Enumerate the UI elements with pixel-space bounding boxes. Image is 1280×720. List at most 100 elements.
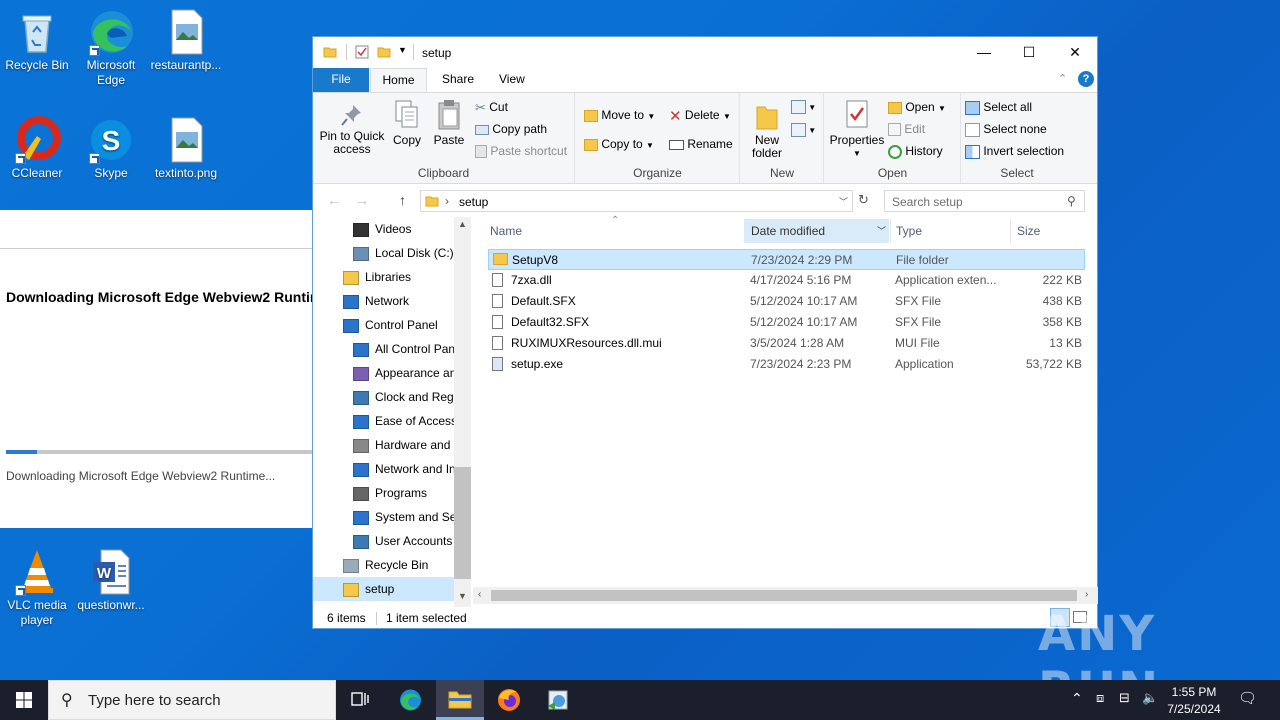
file-row[interactable]: RUXIMUXResources.dll.mui 3/5/2024 1:28 AM… xyxy=(488,333,1085,354)
file-row[interactable]: Default.SFX 5/12/2024 10:17 AM SFX File 438… xyxy=(488,291,1085,312)
ribbon-tabs: File Home Share View ⌃ ? xyxy=(313,68,1097,93)
taskbar-installer[interactable] xyxy=(534,680,582,720)
column-type[interactable]: Type xyxy=(890,219,1010,243)
copy-path-button[interactable]: Copy path xyxy=(475,122,547,136)
nav-item-hardware-and-sound[interactable]: Hardware and Sound xyxy=(313,433,470,457)
column-date-modified[interactable]: Date modified ﹀ xyxy=(744,219,889,243)
address-bar[interactable]: › setup ﹀ xyxy=(420,190,853,212)
nav-scroll-thumb[interactable] xyxy=(454,467,471,579)
select-none-button[interactable]: Select none xyxy=(965,122,1047,137)
recycle-bin-icon xyxy=(343,558,359,573)
nav-item-network[interactable]: Network xyxy=(313,289,454,313)
nav-item-user-accounts[interactable]: User Accounts xyxy=(313,529,454,553)
taskbar-search[interactable]: ⚲ Type here to search xyxy=(48,680,336,720)
desktop-icon-edge[interactable]: Microsoft Edge xyxy=(74,8,148,88)
edit-button[interactable]: Edit xyxy=(888,122,925,137)
taskbar-file-explorer[interactable] xyxy=(436,680,484,720)
tab-view[interactable]: View xyxy=(485,68,539,92)
scroll-left-icon[interactable]: ‹ xyxy=(478,589,481,600)
start-button[interactable] xyxy=(0,680,48,720)
customize-qat-icon[interactable]: ▼ xyxy=(398,45,407,55)
history-button[interactable]: History xyxy=(888,144,943,159)
new-folder-icon[interactable] xyxy=(377,45,391,59)
easy-access-button[interactable]: ▼ xyxy=(791,122,816,137)
tab-file[interactable]: File xyxy=(313,68,369,92)
copy-to-button[interactable]: Copy to ▼ xyxy=(584,137,654,151)
desktop-icon-restaurant[interactable]: restaurantp... xyxy=(149,8,223,73)
refresh-icon[interactable]: ↻ xyxy=(858,192,869,216)
nav-item-recycle-bin[interactable]: Recycle Bin xyxy=(313,553,454,577)
properties-button[interactable]: Properties ▼ xyxy=(829,99,885,160)
desktop-icon-vlc[interactable]: VLC media player xyxy=(0,548,74,628)
desktop-icon-question[interactable]: W questionwr... xyxy=(74,548,148,613)
paste-button[interactable]: Paste xyxy=(431,99,467,147)
search-input[interactable]: Search setup ⚲ xyxy=(884,190,1085,212)
nav-item-network-and-internet[interactable]: Network and Internet xyxy=(313,457,470,481)
file-row[interactable]: Default32.SFX 5/12/2024 10:17 AM SFX File 3… xyxy=(488,312,1085,333)
task-view-button[interactable] xyxy=(336,680,384,720)
new-item-button[interactable]: ▼ xyxy=(791,99,816,114)
move-to-button[interactable]: Move to ▼ xyxy=(584,108,655,122)
nav-item-appearance-and-personalization[interactable]: Appearance and Personalization xyxy=(313,361,470,385)
clock[interactable]: 1:55 PM 7/25/2024 xyxy=(1156,684,1232,718)
paste-shortcut-button[interactable]: Paste shortcut xyxy=(475,144,567,159)
nav-item-all-control-panel-items[interactable]: All Control Panel Items xyxy=(313,337,470,361)
cut-button[interactable]: ✂ Cut xyxy=(475,100,508,116)
taskbar-firefox[interactable] xyxy=(485,680,533,720)
taskbar-edge[interactable] xyxy=(386,680,434,720)
title-bar[interactable]: ▼ setup — ☐ ✕ xyxy=(313,37,1097,68)
forward-icon[interactable]: → xyxy=(355,192,369,216)
column-dropdown-icon[interactable]: ﹀ xyxy=(877,219,886,243)
properties-icon[interactable] xyxy=(355,45,369,59)
horizontal-scroll-thumb[interactable] xyxy=(491,590,1077,601)
breadcrumb-setup[interactable]: setup xyxy=(459,195,488,209)
column-size[interactable]: Size xyxy=(1010,219,1085,243)
svg-text:W: W xyxy=(97,565,112,582)
help-icon[interactable]: ? xyxy=(1078,71,1094,87)
nav-item-control-panel[interactable]: Control Panel xyxy=(313,313,454,337)
tray-overflow-icon[interactable]: ⌃ xyxy=(1071,690,1083,720)
pin-quick-access-button[interactable]: Pin to Quick access xyxy=(319,103,385,156)
nav-item-programs[interactable]: Programs xyxy=(313,481,454,505)
close-button[interactable]: ✕ xyxy=(1052,37,1098,67)
copy-icon xyxy=(395,100,418,128)
desktop-icon-recycle-bin[interactable]: Recycle Bin xyxy=(0,8,74,73)
network-icon[interactable]: ⊟ xyxy=(1119,690,1130,720)
copy-button[interactable]: Copy xyxy=(389,99,425,147)
file-row[interactable]: 7zxa.dll 4/17/2024 5:16 PM Application ext… xyxy=(488,270,1085,291)
maximize-button[interactable]: ☐ xyxy=(1006,37,1052,67)
image-file-icon xyxy=(162,8,210,56)
scroll-up-icon[interactable]: ▲ xyxy=(458,219,467,229)
select-all-button[interactable]: Select all xyxy=(965,100,1032,115)
nav-item-local-disk-c-[interactable]: Local Disk (C:) xyxy=(313,241,454,265)
new-folder-button[interactable]: New folder xyxy=(745,101,789,160)
nav-item-videos[interactable]: Videos xyxy=(313,217,454,241)
column-name[interactable]: Name xyxy=(490,219,744,243)
desktop-icon-textinto[interactable]: textinto.png xyxy=(149,116,223,181)
collapse-ribbon-icon[interactable]: ⌃ xyxy=(1058,72,1067,85)
rename-button[interactable]: Rename xyxy=(669,137,733,151)
desktop-icon-skype[interactable]: S Skype xyxy=(74,116,148,181)
file-row[interactable]: SetupV8 7/23/2024 2:29 PM File folder xyxy=(488,249,1085,270)
nav-item-setup[interactable]: setup xyxy=(313,577,454,601)
file-row[interactable]: setup.exe 7/23/2024 2:23 PM Application 53,… xyxy=(488,354,1085,375)
tab-share[interactable]: Share xyxy=(428,68,488,92)
properties-label: Properties xyxy=(829,133,885,147)
scroll-right-icon[interactable]: › xyxy=(1085,589,1088,600)
back-icon[interactable]: ← xyxy=(327,192,341,216)
up-icon[interactable]: ↑ xyxy=(399,192,406,216)
tab-home[interactable]: Home xyxy=(370,68,427,93)
notifications-icon[interactable]: 🗨 xyxy=(1238,689,1257,720)
nav-item-ease-of-access[interactable]: Ease of Access xyxy=(313,409,457,433)
nav-item-system-and-security[interactable]: System and Security xyxy=(313,505,470,529)
minimize-button[interactable]: — xyxy=(961,37,1007,67)
invert-selection-button[interactable]: Invert selection xyxy=(965,144,1064,159)
scroll-down-icon[interactable]: ▼ xyxy=(458,591,467,601)
tray-app-icon[interactable]: ⧈ xyxy=(1096,690,1104,720)
desktop-icon-ccleaner[interactable]: CCleaner xyxy=(0,116,74,181)
open-button[interactable]: Open ▼ xyxy=(888,100,946,114)
delete-button[interactable]: ✕ Delete ▼ xyxy=(669,107,731,125)
nav-item-clock-and-region[interactable]: Clock and Region xyxy=(313,385,470,409)
nav-item-libraries[interactable]: Libraries xyxy=(313,265,454,289)
address-dropdown-icon[interactable]: ﹀ xyxy=(839,195,848,208)
